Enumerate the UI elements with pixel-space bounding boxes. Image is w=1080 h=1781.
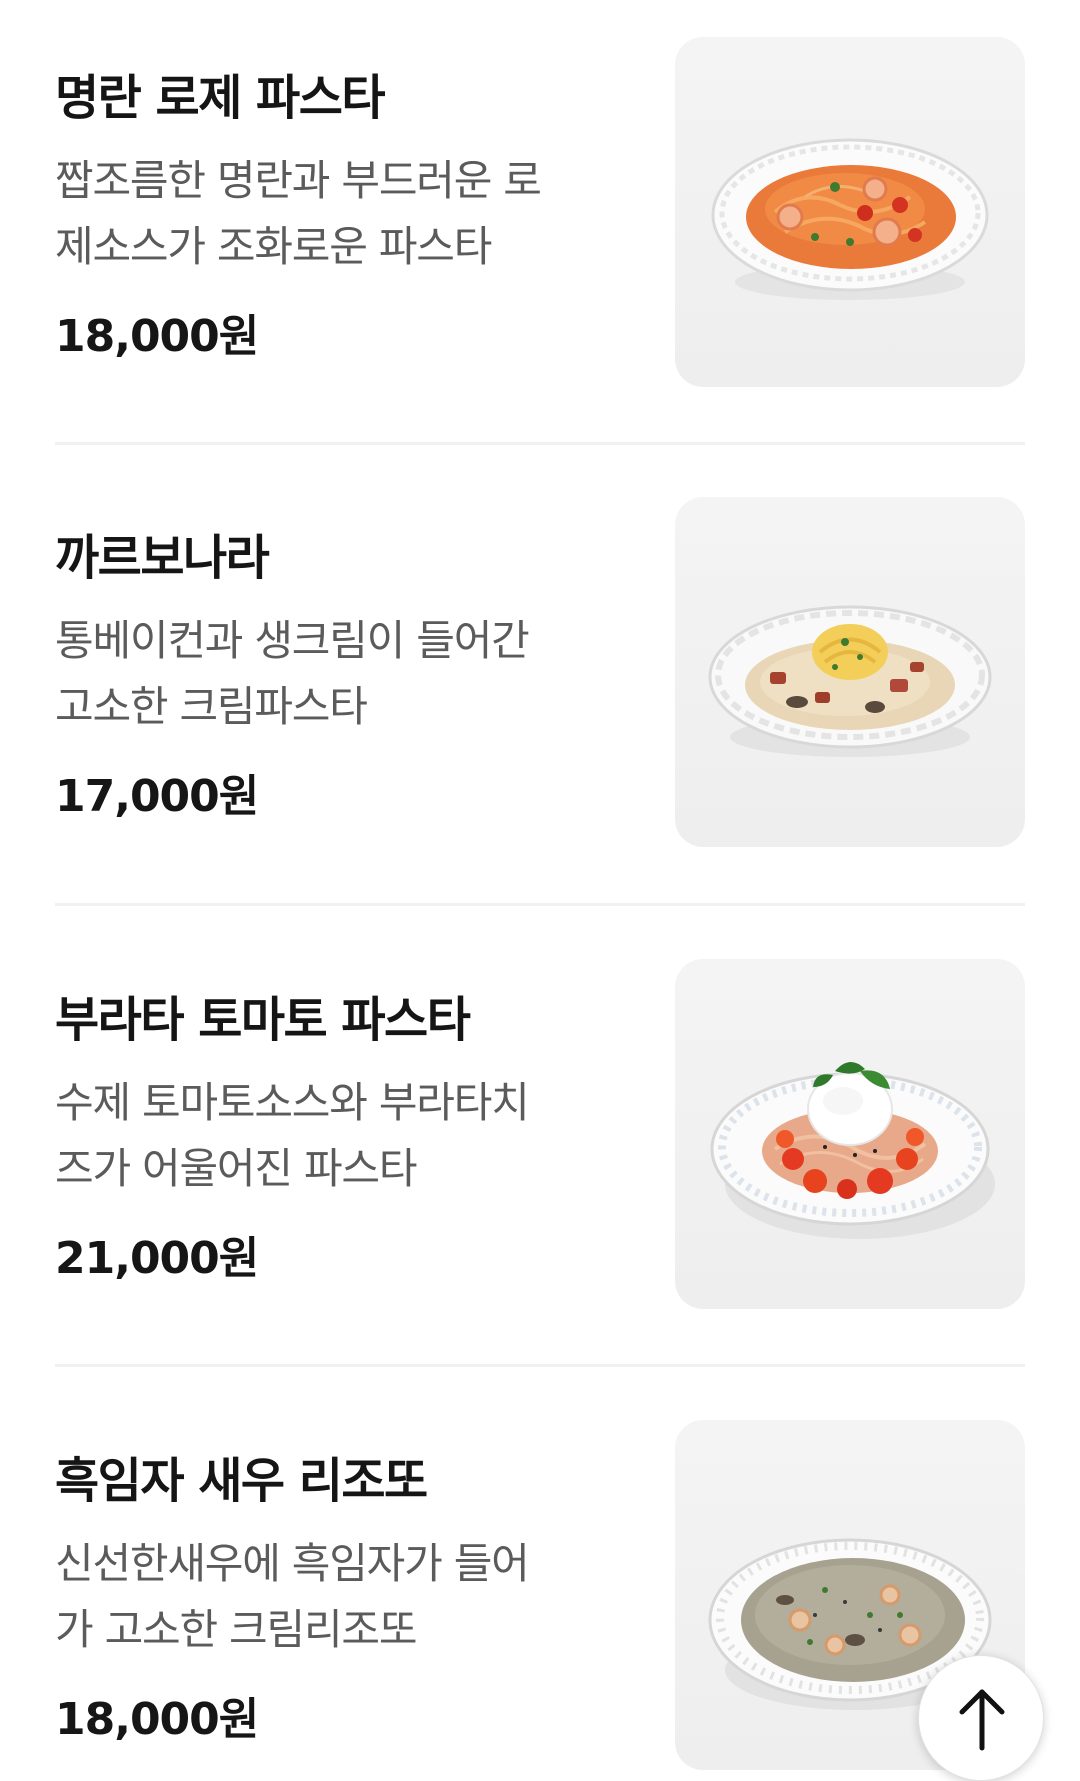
menu-item-description-line: 통베이컨과 생크림이 들어간	[55, 616, 530, 665]
menu-item-price: 17,000원	[55, 771, 259, 822]
menu-item-black-sesame-shrimp-risotto[interactable]: 흑임자 새우 리조또 신선한새우에 흑임자가 들어 가 고소한 크림리조또 18…	[55, 1383, 1025, 1770]
menu-item-price: 18,000원	[55, 311, 259, 362]
menu-item-description: 신선한새우에 흑임자가 들어 가 고소한 크림리조또	[55, 1531, 615, 1663]
menu-item-description-line: 짭조름한 명란과 부드러운 로	[55, 156, 542, 205]
menu-item-price: 18,000원	[55, 1694, 259, 1745]
rose-pasta-dish-photo[interactable]	[675, 37, 1025, 387]
rose-pasta-dish-photo-icon	[711, 138, 989, 300]
menu-item-description-line: 제소스가 조화로운 파스타	[55, 222, 492, 271]
menu-item-myeongran-rose-pasta[interactable]: 명란 로제 파스타 짭조름한 명란과 부드러운 로 제소스가 조화로운 파스타 …	[55, 0, 1025, 387]
carbonara-dish-photo-icon	[708, 605, 992, 757]
menu-item-description-line: 수제 토마토소스와 부라타치	[55, 1078, 530, 1127]
menu-item-description: 짭조름한 명란과 부드러운 로 제소스가 조화로운 파스타	[55, 148, 615, 280]
scroll-to-top-button[interactable]	[918, 1655, 1044, 1781]
menu-divider	[55, 903, 1025, 906]
burrata-pasta-dish-photo-icon	[710, 1061, 995, 1239]
burrata-pasta-dish-photo[interactable]	[675, 959, 1025, 1309]
menu-item-name: 부라타 토마토 파스타	[55, 992, 471, 1048]
menu-item-name: 흑임자 새우 리조또	[55, 1453, 428, 1509]
menu-divider	[55, 1364, 1025, 1367]
menu-item-description-line: 가 고소한 크림리조또	[55, 1605, 417, 1654]
carbonara-dish-photo[interactable]	[675, 497, 1025, 847]
menu-divider	[55, 442, 1025, 445]
menu-item-burrata-tomato-pasta[interactable]: 부라타 토마토 파스타 수제 토마토소스와 부라타치 즈가 어울어진 파스타 2…	[55, 922, 1025, 1309]
menu-item-description: 통베이컨과 생크림이 들어간 고소한 크림파스타	[55, 608, 615, 740]
menu-item-name: 까르보나라	[55, 530, 270, 586]
menu-item-description-line: 신선한새우에 흑임자가 들어	[55, 1539, 530, 1588]
menu-item-name: 명란 로제 파스타	[55, 70, 386, 126]
menu-item-description-line: 즈가 어울어진 파스타	[55, 1144, 417, 1193]
menu-item-description: 수제 토마토소스와 부라타치 즈가 어울어진 파스타	[55, 1070, 615, 1202]
arrow-up-icon	[959, 1689, 1005, 1751]
menu-item-description-line: 고소한 크림파스타	[55, 682, 368, 731]
menu-item-price: 21,000원	[55, 1233, 259, 1284]
menu-item-carbonara[interactable]: 까르보나라 통베이컨과 생크림이 들어간 고소한 크림파스타 17,000원	[55, 460, 1025, 847]
